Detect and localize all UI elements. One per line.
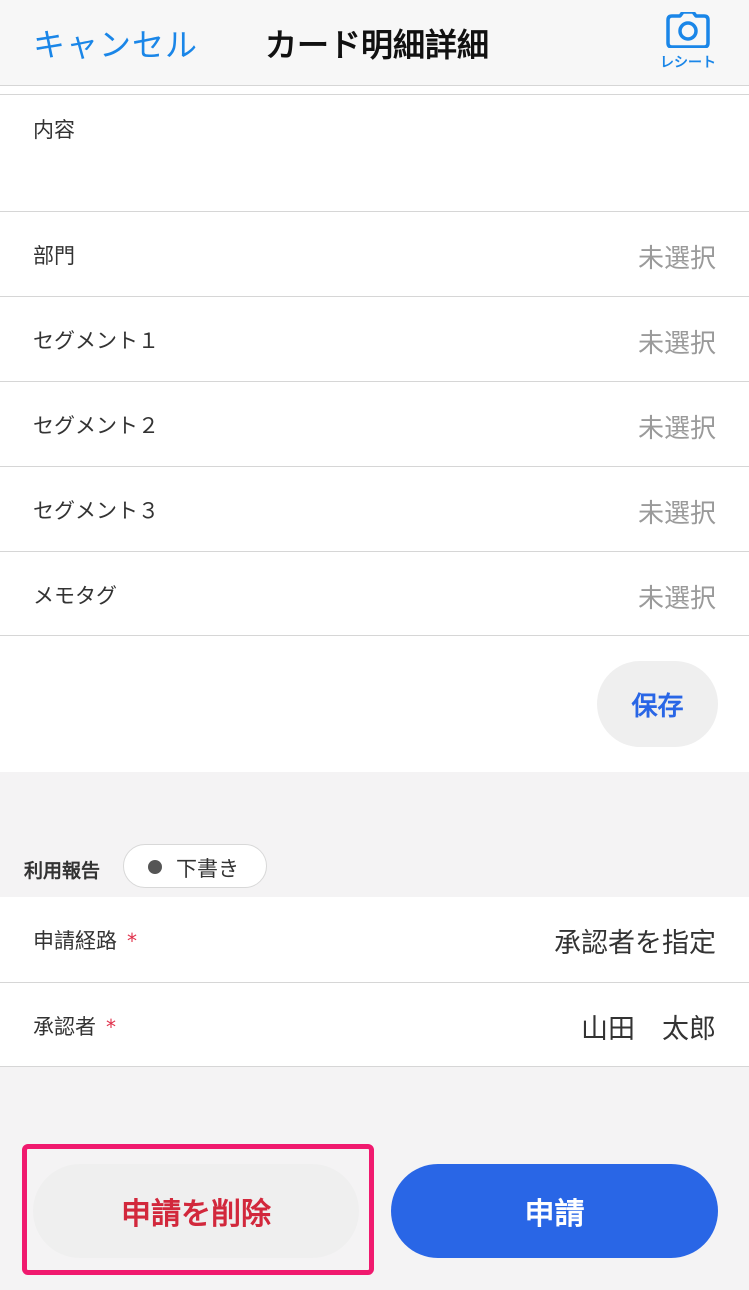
status-badge: 下書き: [123, 844, 267, 888]
content-field-label[interactable]: 内容: [33, 114, 75, 144]
apply-button[interactable]: 申請: [391, 1164, 718, 1258]
page-title: カード明細詳細: [265, 26, 490, 64]
cancel-button[interactable]: キャンセル: [33, 20, 198, 66]
divider: [0, 635, 749, 636]
required-mark: *: [127, 929, 137, 953]
segment-1-row[interactable]: セグメント１ 未選択: [0, 296, 749, 381]
row-label: 申請経路 *: [33, 929, 137, 953]
row-label: セグメント２: [33, 414, 159, 438]
receipt-button[interactable]: レシート: [654, 12, 722, 76]
approval-section: 申請経路 * 承認者を指定 承認者 * 山田 太郎: [0, 897, 749, 1067]
required-mark: *: [106, 1015, 116, 1039]
usage-report-header: 利用報告 下書き: [0, 840, 749, 897]
navigation-bar: キャンセル カード明細詳細 レシート: [0, 0, 749, 86]
row-value: 未選択: [637, 244, 716, 274]
detail-form: 内容 部門 未選択 セグメント１ 未選択 セグメント２ 未選択 セグメント３ 未…: [0, 86, 749, 772]
row-label: セグメント３: [33, 499, 159, 523]
receipt-label: レシート: [660, 55, 716, 71]
row-value: 山田 太郎: [581, 1014, 716, 1045]
row-label: 承認者 *: [33, 1015, 116, 1039]
row-value: 未選択: [637, 329, 716, 359]
approval-route-row[interactable]: 申請経路 * 承認者を指定: [0, 897, 749, 982]
row-value: 未選択: [637, 499, 716, 529]
delete-application-button[interactable]: 申請を削除: [33, 1164, 359, 1258]
memo-tag-row[interactable]: メモタグ 未選択: [0, 551, 749, 636]
status-dot-icon: [148, 860, 162, 874]
camera-icon: [666, 12, 710, 48]
row-label: セグメント１: [33, 329, 159, 353]
save-button[interactable]: 保存: [597, 661, 718, 747]
status-text: 下書き: [176, 857, 239, 881]
row-label: 部門: [33, 244, 75, 268]
row-value: 未選択: [637, 584, 716, 614]
segment-3-row[interactable]: セグメント３ 未選択: [0, 466, 749, 551]
approver-row[interactable]: 承認者 * 山田 太郎: [0, 982, 749, 1067]
segment-2-row[interactable]: セグメント２ 未選択: [0, 381, 749, 466]
row-value: 承認者を指定: [554, 928, 716, 959]
row-value: 未選択: [637, 414, 716, 444]
row-label: メモタグ: [33, 584, 117, 608]
divider: [0, 94, 749, 95]
section-title: 利用報告: [24, 860, 101, 882]
department-row[interactable]: 部門 未選択: [0, 211, 749, 296]
